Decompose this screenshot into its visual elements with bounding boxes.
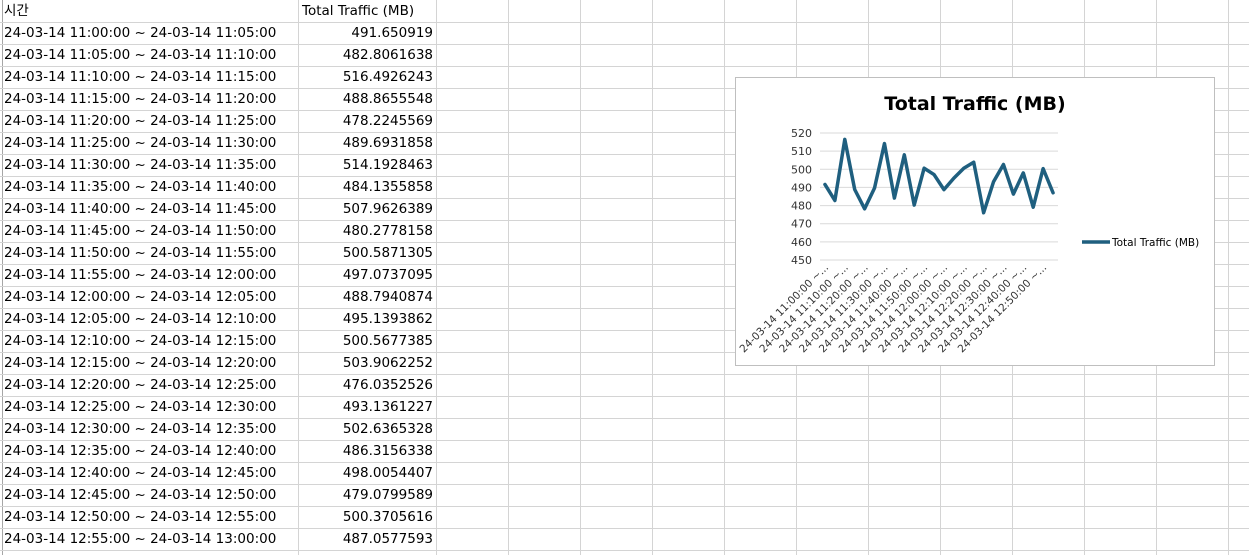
header-cell-traffic[interactable]: Total Traffic (MB) — [298, 0, 436, 22]
y-gridlines — [820, 132, 1058, 261]
y-tick-label: 480 — [791, 200, 812, 213]
traffic-cell[interactable]: 495.1393862 — [298, 308, 436, 330]
time-cell[interactable]: 24-03-14 12:50:00 ~ 24-03-14 12:55:00 — [0, 506, 298, 528]
time-cell[interactable]: 24-03-14 11:50:00 ~ 24-03-14 11:55:00 — [0, 242, 298, 264]
traffic-cell[interactable]: 480.2778158 — [298, 220, 436, 242]
y-tick-labels: 450 460 470 480 490 500 510 520 — [791, 127, 812, 267]
time-cell[interactable]: 24-03-14 12:10:00 ~ 24-03-14 12:15:00 — [0, 330, 298, 352]
legend-label: Total Traffic (MB) — [1111, 237, 1199, 249]
time-cell[interactable]: 24-03-14 11:35:00 ~ 24-03-14 11:40:00 — [0, 176, 298, 198]
time-cell[interactable]: 24-03-14 11:20:00 ~ 24-03-14 11:25:00 — [0, 110, 298, 132]
y-tick-label: 510 — [791, 145, 812, 158]
traffic-cell[interactable]: 482.8061638 — [298, 44, 436, 66]
time-cell[interactable]: 24-03-14 12:40:00 ~ 24-03-14 12:45:00 — [0, 462, 298, 484]
chart-title: Total Traffic (MB) — [884, 93, 1065, 115]
time-cell[interactable]: 24-03-14 12:30:00 ~ 24-03-14 12:35:00 — [0, 418, 298, 440]
y-tick-label: 500 — [791, 163, 812, 176]
time-cell[interactable]: 24-03-14 11:05:00 ~ 24-03-14 11:10:00 — [0, 44, 298, 66]
traffic-cell[interactable]: 478.2245569 — [298, 110, 436, 132]
time-cell[interactable]: 24-03-14 12:00:00 ~ 24-03-14 12:05:00 — [0, 286, 298, 308]
y-tick-label: 520 — [791, 127, 812, 140]
traffic-cell[interactable]: 487.0577593 — [298, 528, 436, 550]
traffic-cell[interactable]: 489.6931858 — [298, 132, 436, 154]
time-cell[interactable]: 24-03-14 12:05:00 ~ 24-03-14 12:10:00 — [0, 308, 298, 330]
time-cell[interactable]: 24-03-14 11:25:00 ~ 24-03-14 11:30:00 — [0, 132, 298, 154]
legend[interactable]: Total Traffic (MB) — [1082, 237, 1199, 249]
traffic-cell[interactable]: 516.4926243 — [298, 66, 436, 88]
time-cell[interactable]: 24-03-14 11:40:00 ~ 24-03-14 11:45:00 — [0, 198, 298, 220]
time-cell[interactable]: 24-03-14 11:00:00 ~ 24-03-14 11:05:00 — [0, 22, 298, 44]
traffic-cell[interactable]: 500.3705616 — [298, 506, 436, 528]
y-tick-label: 490 — [791, 181, 812, 194]
traffic-cell[interactable]: 500.5677385 — [298, 330, 436, 352]
traffic-cell[interactable]: 503.9062252 — [298, 352, 436, 374]
traffic-cell[interactable]: 488.7940874 — [298, 286, 436, 308]
traffic-cell[interactable]: 486.3156338 — [298, 440, 436, 462]
traffic-cell[interactable]: 476.0352526 — [298, 374, 436, 396]
traffic-cell[interactable]: 484.1355858 — [298, 176, 436, 198]
traffic-cell[interactable]: 497.0737095 — [298, 264, 436, 286]
traffic-cell[interactable]: 479.0799589 — [298, 484, 436, 506]
time-cell[interactable]: 24-03-14 12:45:00 ~ 24-03-14 12:50:00 — [0, 484, 298, 506]
time-cell[interactable]: 24-03-14 11:30:00 ~ 24-03-14 11:35:00 — [0, 154, 298, 176]
time-cell[interactable]: 24-03-14 11:55:00 ~ 24-03-14 12:00:00 — [0, 264, 298, 286]
time-cell[interactable]: 24-03-14 12:15:00 ~ 24-03-14 12:20:00 — [0, 352, 298, 374]
time-cell[interactable]: 24-03-14 11:10:00 ~ 24-03-14 11:15:00 — [0, 66, 298, 88]
traffic-cell[interactable]: 502.6365328 — [298, 418, 436, 440]
time-cell[interactable]: 24-03-14 11:15:00 ~ 24-03-14 11:20:00 — [0, 88, 298, 110]
header-cell-time[interactable]: 시간 — [0, 0, 298, 22]
traffic-cell[interactable]: 488.8655548 — [298, 88, 436, 110]
traffic-cell[interactable]: 493.1361227 — [298, 396, 436, 418]
time-cell[interactable]: 24-03-14 12:20:00 ~ 24-03-14 12:25:00 — [0, 374, 298, 396]
x-tick-labels: 24-03-14 11:00:00 ~...24-03-14 11:10:00 … — [738, 262, 1050, 356]
time-cell[interactable]: 24-03-14 12:55:00 ~ 24-03-14 13:00:00 — [0, 528, 298, 550]
traffic-cell[interactable]: 514.1928463 — [298, 154, 436, 176]
chart-svg: Total Traffic (MB) 450 460 470 480 490 500 510… — [738, 93, 1200, 356]
y-tick-label: 450 — [791, 254, 812, 267]
traffic-cell[interactable]: 491.650919 — [298, 22, 436, 44]
series-group — [823, 137, 1055, 215]
y-tick-label: 460 — [791, 236, 812, 249]
traffic-cell[interactable]: 507.9626389 — [298, 198, 436, 220]
y-tick-label: 470 — [791, 218, 812, 231]
time-cell[interactable]: 24-03-14 11:45:00 ~ 24-03-14 11:50:00 — [0, 220, 298, 242]
traffic-cell[interactable]: 498.0054407 — [298, 462, 436, 484]
series-line[interactable] — [823, 137, 1055, 215]
traffic-cell[interactable]: 500.5871305 — [298, 242, 436, 264]
line-chart[interactable]: Total Traffic (MB) 450 460 470 480 490 500 510… — [735, 77, 1215, 366]
time-cell[interactable]: 24-03-14 12:35:00 ~ 24-03-14 12:40:00 — [0, 440, 298, 462]
time-cell[interactable]: 24-03-14 12:25:00 ~ 24-03-14 12:30:00 — [0, 396, 298, 418]
